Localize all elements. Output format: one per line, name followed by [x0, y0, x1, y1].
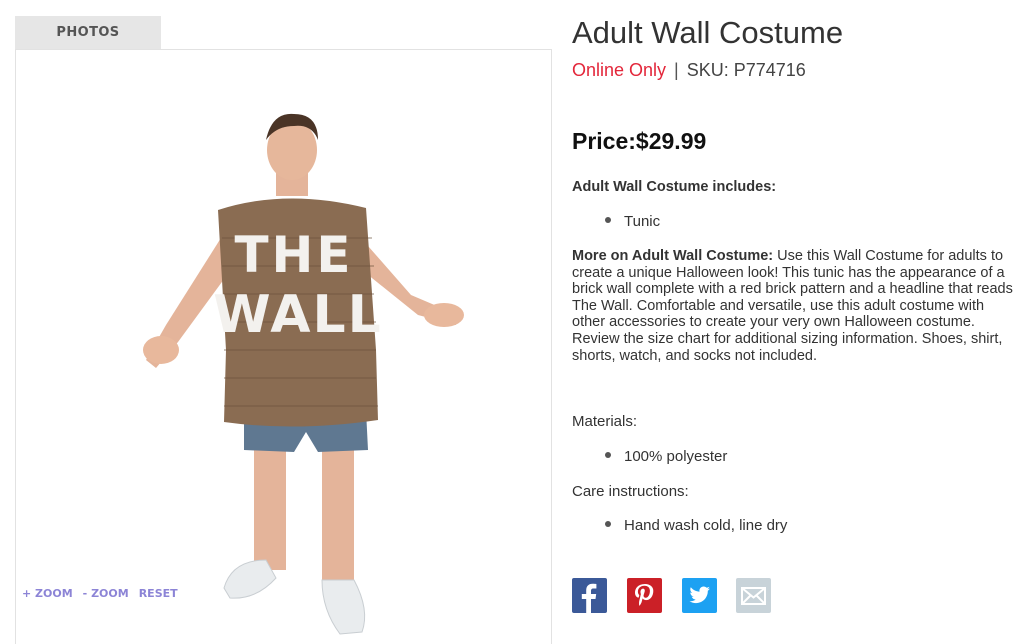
shirt-text-the: THE	[234, 226, 353, 284]
includes-item: Tunic	[624, 213, 661, 230]
includes-heading: Adult Wall Costume includes:	[572, 179, 777, 195]
facebook-share-button[interactable]	[572, 578, 607, 613]
email-icon	[741, 587, 766, 605]
product-title: Adult Wall Costume	[572, 15, 844, 50]
materials-heading: Materials:	[572, 413, 638, 430]
care-heading: Care instructions:	[572, 483, 689, 500]
tab-photos[interactable]: PHOTOS	[15, 16, 161, 50]
shirt-text-wall: WALL	[213, 285, 383, 345]
meta-separator: |	[674, 60, 679, 80]
zoom-in-button[interactable]: + ZOOM	[22, 587, 73, 600]
product-description: More on Adult Wall Costume: Use this Wal…	[572, 248, 1020, 364]
care-item: Hand wash cold, line dry	[624, 517, 788, 534]
email-share-button[interactable]	[736, 578, 771, 613]
list-item: Hand wash cold, line dry	[605, 517, 787, 534]
product-image[interactable]: THE WALL	[126, 110, 466, 640]
description-body: Use this Wall Costume for adults to crea…	[572, 248, 1013, 364]
price: Price:$29.99	[572, 128, 707, 154]
twitter-share-button[interactable]	[682, 578, 717, 613]
twitter-icon	[689, 586, 710, 604]
bullet-icon	[605, 217, 611, 224]
sku-text: SKU: P774716	[686, 60, 806, 80]
description-lead: More on Adult Wall Costume:	[572, 248, 774, 264]
zoom-out-button[interactable]: - ZOOM	[83, 587, 129, 600]
bullet-icon	[605, 521, 611, 528]
product-meta: Online Only | SKU: P774716	[572, 60, 806, 81]
list-item: Tunic	[605, 213, 660, 230]
product-gallery: THE WALL	[15, 49, 552, 644]
bullet-icon	[605, 452, 611, 459]
materials-item: 100% polyester	[624, 448, 728, 465]
reset-zoom-button[interactable]: RESET	[139, 587, 178, 600]
zoom-controls: + ZOOM - ZOOM RESET	[22, 587, 178, 600]
pinterest-share-button[interactable]	[627, 578, 662, 613]
list-item: 100% polyester	[605, 448, 727, 465]
facebook-icon	[581, 583, 597, 613]
availability-badge: Online Only	[572, 60, 667, 80]
pinterest-icon	[635, 584, 654, 606]
